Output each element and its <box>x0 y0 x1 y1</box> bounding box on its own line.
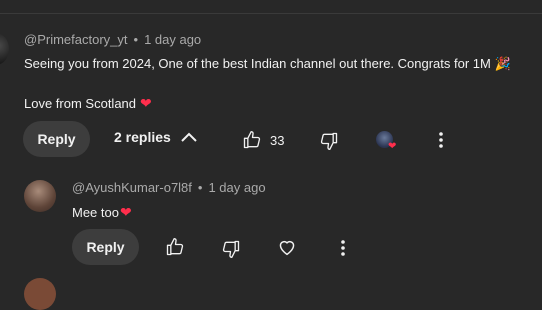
comment-time[interactable]: 1 day ago <box>144 32 201 47</box>
next-comment-avatar[interactable] <box>24 278 56 310</box>
replies-count-label: 2 replies <box>114 129 171 145</box>
like-icon[interactable] <box>242 130 262 150</box>
commenter-avatar[interactable] <box>0 33 9 65</box>
reply-time[interactable]: 1 day ago <box>208 180 265 195</box>
comment-text-line-2: Love from Scotland ❤ <box>24 95 152 111</box>
creator-heart-icon: ❤ <box>388 141 397 152</box>
separator-dot: • <box>197 180 203 195</box>
reply-text: Mee too❤ <box>72 204 132 220</box>
heart-icon[interactable] <box>277 238 297 256</box>
heart-emoji-icon: ❤ <box>140 95 152 111</box>
reply-author-avatar[interactable] <box>24 180 56 212</box>
like-icon-nested[interactable] <box>165 237 185 257</box>
comment-text-line-1: Seeing you from 2024, One of the best In… <box>24 56 512 71</box>
like-count: 33 <box>270 133 285 148</box>
divider <box>0 13 542 14</box>
comment-header: @Primefactory_yt • 1 day ago <box>24 32 201 47</box>
reply-button-nested[interactable]: Reply <box>72 229 139 265</box>
reply-button[interactable]: Reply <box>23 121 90 157</box>
more-options-icon-nested[interactable] <box>335 239 351 257</box>
heart-emoji-icon: ❤ <box>119 204 132 220</box>
replies-toggle[interactable]: 2 replies <box>114 129 197 145</box>
separator-dot: • <box>133 32 139 47</box>
chevron-up-icon <box>181 129 197 145</box>
more-options-icon[interactable] <box>433 131 449 149</box>
reply-header: @AyushKumar-o7l8f • 1 day ago <box>72 180 266 195</box>
reply-author[interactable]: @AyushKumar-o7l8f <box>72 180 192 195</box>
dislike-icon-nested[interactable] <box>221 239 241 259</box>
comment-author[interactable]: @Primefactory_yt <box>24 32 128 47</box>
dislike-icon[interactable] <box>319 131 339 151</box>
party-popper-icon: 🎉 <box>494 56 512 71</box>
